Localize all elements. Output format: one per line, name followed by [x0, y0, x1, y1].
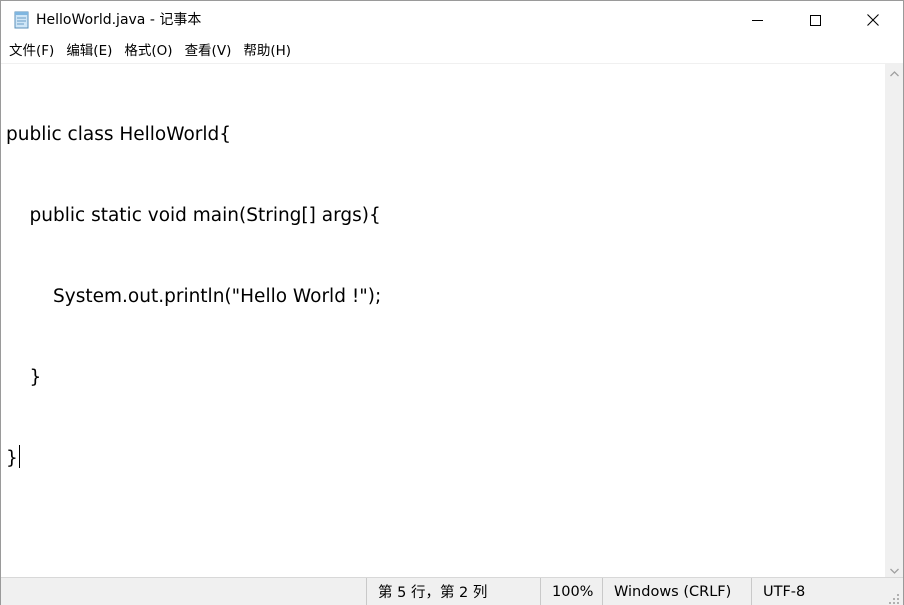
- menu-bar: 文件(F) 编辑(E) 格式(O) 查看(V) 帮助(H): [1, 39, 903, 63]
- maximize-icon: [809, 11, 821, 30]
- resize-grip-icon[interactable]: [888, 590, 900, 604]
- chevron-up-icon: [889, 62, 899, 81]
- status-bar: 第 5 行，第 2 列 100% Windows (CRLF) UTF-8: [1, 577, 903, 605]
- menu-file[interactable]: 文件(F): [3, 40, 60, 62]
- maximize-button[interactable]: [786, 1, 844, 39]
- code-line-5-wrap: }: [6, 445, 381, 472]
- text-editor[interactable]: public class HelloWorld{ public static v…: [1, 63, 885, 577]
- chevron-down-icon: [889, 559, 899, 578]
- close-button[interactable]: [844, 1, 902, 39]
- zoom-level: 100%: [540, 578, 602, 605]
- menu-format[interactable]: 格式(O): [118, 40, 178, 62]
- scroll-up-button[interactable]: [885, 63, 903, 80]
- code-line-4: }: [6, 367, 42, 388]
- menu-edit[interactable]: 编辑(E): [60, 40, 118, 62]
- minimize-button[interactable]: [728, 1, 786, 39]
- scroll-down-button[interactable]: [885, 560, 903, 577]
- title-bar[interactable]: HelloWorld.java - 记事本: [1, 1, 903, 39]
- notepad-icon[interactable]: [12, 10, 31, 29]
- code-line-1: public class HelloWorld{: [6, 124, 232, 145]
- vertical-scrollbar[interactable]: [885, 63, 903, 577]
- text-encoding: UTF-8: [751, 578, 885, 605]
- menu-view[interactable]: 查看(V): [179, 40, 238, 62]
- line-ending: Windows (CRLF): [602, 578, 751, 605]
- code-line-3: System.out.println("Hello World !");: [6, 286, 382, 307]
- code-line-2: public static void main(String[] args){: [6, 205, 381, 226]
- close-icon: [867, 11, 879, 30]
- editor-content[interactable]: public class HelloWorld{ public static v…: [6, 67, 381, 526]
- minimize-icon: [751, 11, 763, 30]
- code-line-5: }: [6, 448, 18, 469]
- notepad-window: HelloWorld.java - 记事本 文件(F) 编辑(E) 格式(O) …: [0, 0, 904, 605]
- menu-help[interactable]: 帮助(H): [237, 40, 297, 62]
- window-title: HelloWorld.java - 记事本: [36, 12, 202, 28]
- text-caret: [18, 445, 20, 468]
- cursor-position: 第 5 行，第 2 列: [366, 578, 540, 605]
